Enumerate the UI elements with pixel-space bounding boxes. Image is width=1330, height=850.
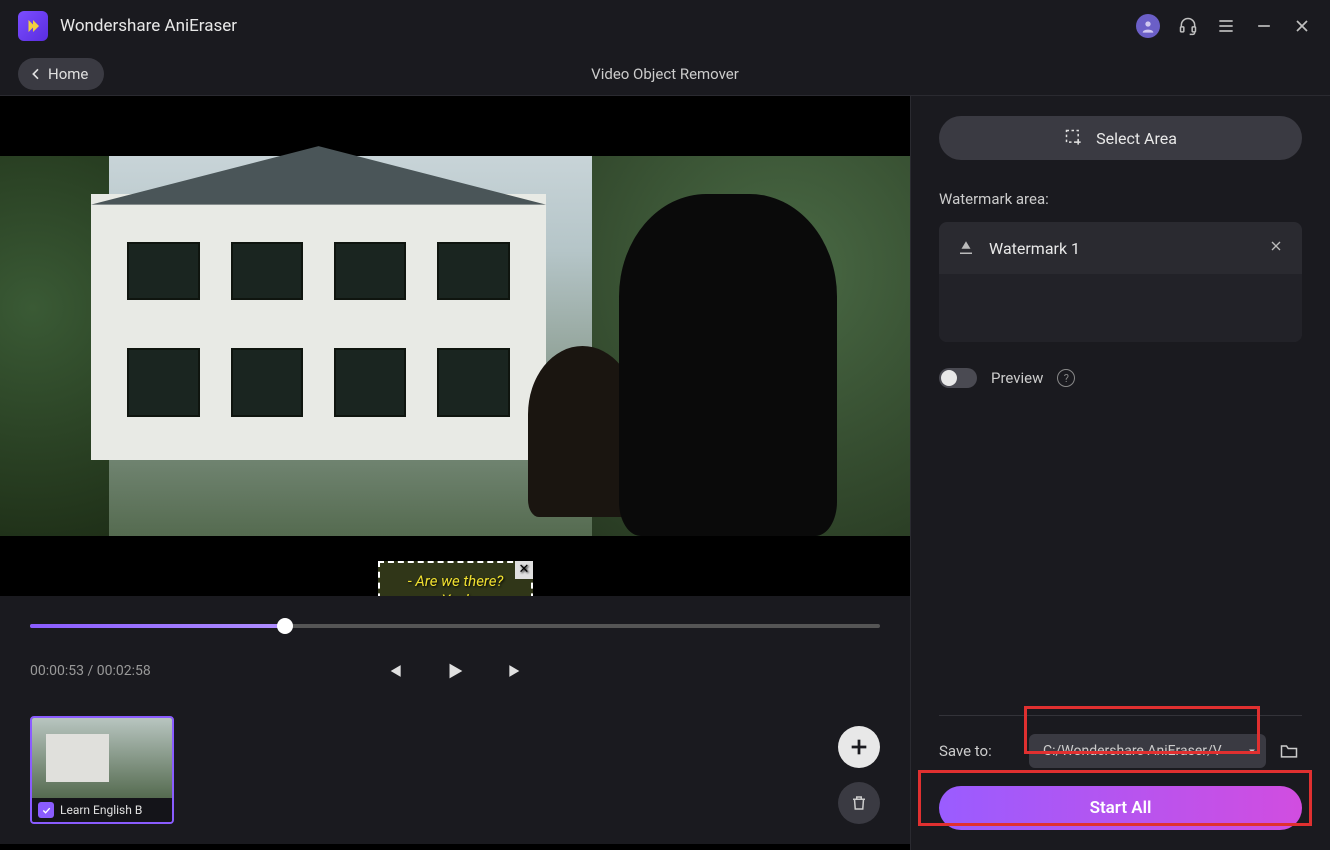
preview-row: Preview ?	[939, 368, 1302, 388]
save-to-label: Save to:	[939, 742, 1019, 760]
time-display: 00:00:53 / 00:02:58	[30, 663, 151, 679]
skip-previous-icon	[384, 661, 404, 681]
watermark-name: Watermark 1	[989, 239, 1080, 258]
check-icon	[41, 805, 52, 816]
subheader: Home Video Object Remover	[0, 52, 1330, 96]
watermark-selection-box[interactable]: ✕ - Are we there? - Yeah.	[378, 561, 533, 596]
subtitle-line-2: - Yeah.	[434, 591, 477, 596]
select-area-button[interactable]: Select Area	[939, 116, 1302, 160]
clip-checkbox[interactable]	[38, 802, 54, 818]
video-scene	[0, 156, 910, 536]
clip-label-row: Learn English B	[32, 798, 172, 822]
watermark-area-label: Watermark area:	[939, 190, 1302, 208]
add-clip-button[interactable]	[838, 726, 880, 768]
previous-button[interactable]	[384, 661, 404, 681]
playback-row: 00:00:53 / 00:02:58	[30, 656, 880, 686]
side-divider	[939, 715, 1302, 716]
trash-icon	[850, 794, 868, 812]
play-icon	[444, 660, 466, 682]
support-headset-icon[interactable]	[1178, 16, 1198, 36]
app-logo-icon	[18, 11, 48, 41]
start-all-button[interactable]: Start All	[939, 786, 1302, 830]
browse-folder-button[interactable]	[1276, 738, 1302, 764]
clip-thumbnail[interactable]: Learn English B	[30, 716, 174, 824]
home-label: Home	[48, 65, 88, 83]
preview-help-icon[interactable]: ?	[1057, 369, 1075, 387]
transport-controls	[384, 660, 526, 682]
plus-icon	[848, 736, 870, 758]
page-title: Video Object Remover	[591, 65, 739, 83]
save-path-text: C:/Wondershare AniEraser/V	[1043, 743, 1240, 759]
seek-thumb[interactable]	[277, 618, 293, 634]
clip-name: Learn English B	[60, 803, 142, 817]
save-row: Save to: C:/Wondershare AniEraser/V	[939, 734, 1302, 768]
subtitle-line-1: - Are we there?	[408, 572, 504, 592]
watermark-remove-button[interactable]	[1268, 238, 1284, 258]
clip-image	[32, 718, 172, 798]
watermark-item[interactable]: Watermark 1	[939, 222, 1302, 274]
skip-next-icon	[506, 661, 526, 681]
playback-controls: 00:00:53 / 00:02:58	[0, 596, 910, 696]
seek-bar[interactable]	[30, 616, 880, 636]
select-area-icon	[1064, 128, 1084, 148]
folder-icon	[1279, 741, 1299, 761]
chevron-left-icon	[28, 66, 44, 82]
main-panel: ✕ - Are we there? - Yeah. 00:00:53 / 00:…	[0, 96, 910, 850]
start-all-label: Start All	[1090, 798, 1152, 818]
clips-row: Learn English B	[0, 696, 910, 844]
save-path-dropdown[interactable]: C:/Wondershare AniEraser/V	[1029, 734, 1266, 768]
user-avatar-icon[interactable]	[1136, 14, 1160, 38]
titlebar: Wondershare AniEraser	[0, 0, 1330, 52]
caret-down-icon	[1246, 745, 1258, 757]
window-close-button[interactable]	[1292, 16, 1312, 36]
close-icon	[1268, 238, 1284, 254]
titlebar-right	[1136, 14, 1312, 38]
clip-actions	[838, 726, 880, 824]
side-panel: Select Area Watermark area: Watermark 1 …	[910, 96, 1330, 850]
play-button[interactable]	[444, 660, 466, 682]
window-minimize-button[interactable]	[1254, 16, 1274, 36]
menu-icon[interactable]	[1216, 16, 1236, 36]
watermark-icon	[957, 239, 975, 257]
content-area: ✕ - Are we there? - Yeah. 00:00:53 / 00:…	[0, 96, 1330, 850]
seek-fill	[30, 624, 285, 628]
titlebar-left: Wondershare AniEraser	[18, 11, 237, 41]
video-preview[interactable]: ✕ - Are we there? - Yeah.	[0, 96, 910, 596]
home-button[interactable]: Home	[18, 58, 104, 90]
next-button[interactable]	[506, 661, 526, 681]
app-title: Wondershare AniEraser	[60, 16, 237, 36]
watermark-list: Watermark 1	[939, 222, 1302, 342]
selection-close-icon[interactable]: ✕	[515, 561, 533, 579]
preview-toggle[interactable]	[939, 368, 977, 388]
watermark-list-empty	[939, 274, 1302, 342]
delete-clip-button[interactable]	[838, 782, 880, 824]
preview-label: Preview	[991, 369, 1043, 387]
select-area-label: Select Area	[1096, 129, 1177, 148]
